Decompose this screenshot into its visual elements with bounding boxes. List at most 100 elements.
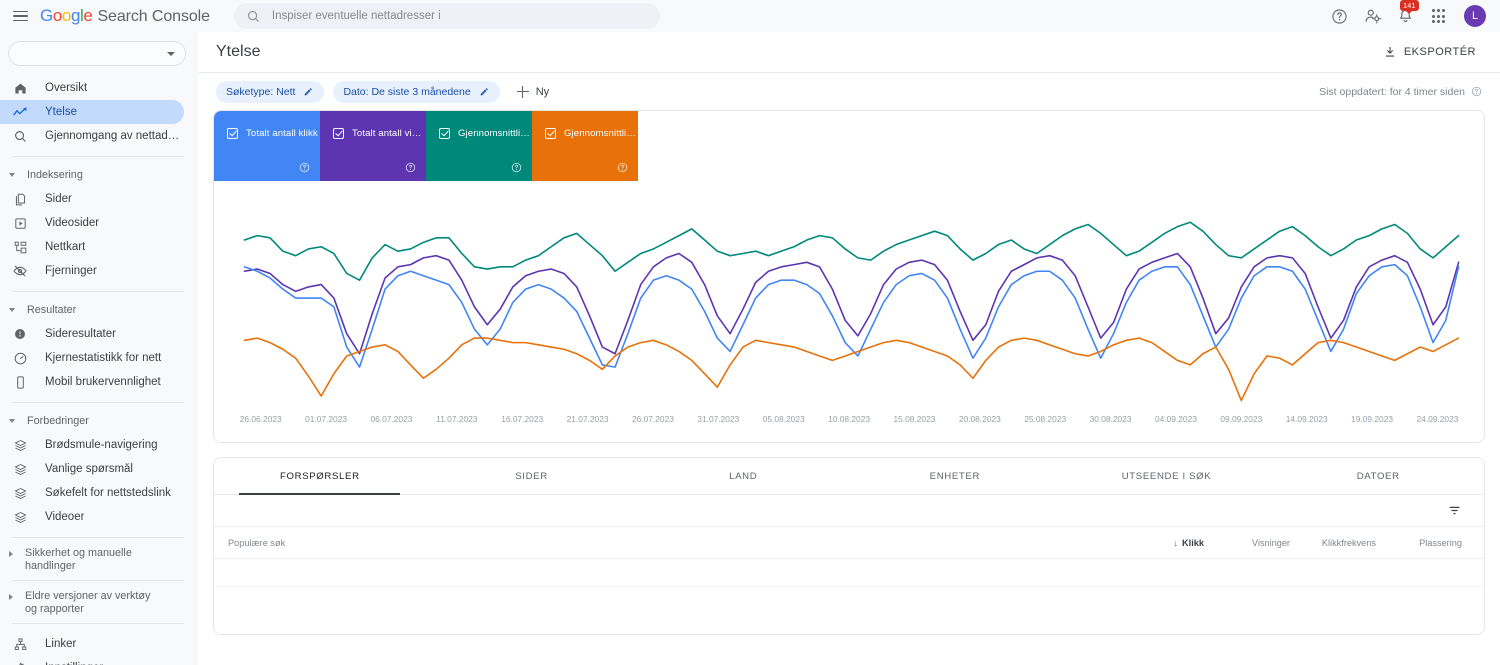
sidebar-item-innstillinger[interactable]: Innstillinger	[0, 656, 184, 665]
apps-grid-icon[interactable]	[1429, 7, 1448, 26]
dimension-tab[interactable]: LAND	[637, 458, 849, 494]
sidebar-item-mobil-brukervennlighet[interactable]: Mobil brukervennlighet	[0, 370, 184, 394]
x-axis-tick: 16.07.2023	[490, 414, 555, 426]
sidebar-item-sideresultater[interactable]: Sideresultater	[0, 322, 184, 346]
metric-checkbox[interactable]	[227, 128, 238, 139]
sidebar-item-sokefelt-nettstedslink[interactable]: Søkefelt for nettstedslink	[0, 481, 184, 505]
sidebar-item-fjerninger[interactable]: Fjerninger	[0, 259, 184, 283]
sidebar-item-videoer[interactable]: Videoer	[0, 505, 184, 529]
links-icon	[12, 636, 28, 652]
sidebar-item-sider[interactable]: Sider	[0, 187, 184, 211]
help-circle-icon[interactable]	[511, 162, 522, 173]
filter-chip-searchtype[interactable]: Søketype: Nett	[216, 81, 324, 103]
help-circle-icon[interactable]	[1471, 86, 1482, 97]
last-updated-status: Sist oppdatert: for 4 timer siden	[1319, 86, 1482, 98]
search-icon	[246, 9, 261, 24]
performance-chart-card: Totalt antall klikk Totalt ant	[213, 110, 1485, 443]
metric-checkbox[interactable]	[545, 128, 556, 139]
x-axis-tick: 05.08.2023	[751, 414, 816, 426]
notifications-bell-icon[interactable]: 141	[1396, 7, 1415, 26]
sidebar-group-label: Eldre versjoner av verktøy og rapporter	[25, 590, 165, 615]
performance-line-chart[interactable]: 26.06.202301.07.202306.07.202311.07.2023…	[214, 181, 1484, 442]
chart-series-line	[244, 338, 1458, 400]
dimension-tab[interactable]: SIDER	[426, 458, 638, 494]
pencil-icon	[303, 86, 314, 97]
metric-checkbox[interactable]	[439, 128, 450, 139]
person-gear-icon[interactable]	[1363, 7, 1382, 26]
table-column-key[interactable]: Populære søk	[228, 538, 1118, 548]
x-axis-tick: 14.09.2023	[1274, 414, 1339, 426]
sidebar-item-label: Mobil brukervennlighet	[45, 376, 161, 388]
sidebar-item-label: Videosider	[45, 217, 99, 229]
property-selector[interactable]	[8, 41, 186, 66]
sidebar-item-ytelse[interactable]: Ytelse	[0, 100, 184, 124]
divider	[12, 291, 184, 292]
add-filter-button[interactable]: Ny	[509, 81, 557, 103]
brand-logo[interactable]: Google Search Console	[40, 6, 210, 26]
url-inspection-search[interactable]	[234, 3, 660, 29]
metric-checkbox[interactable]	[333, 128, 344, 139]
sidebar-item-videosider[interactable]: Videosider	[0, 211, 184, 235]
x-axis-tick: 31.07.2023	[686, 414, 751, 426]
metric-label: Totalt antall klikk	[246, 128, 318, 139]
sidebar-item-vanlige-sporsmal[interactable]: Vanlige spørsmål	[0, 457, 184, 481]
dimension-tab[interactable]: FORSPØRSLER	[214, 458, 426, 494]
sidebar-group-label: Resultater	[27, 304, 76, 316]
dimension-tabs: FORSPØRSLERSIDERLANDENHETERUTSEENDE I SØ…	[214, 458, 1484, 495]
page-title: Ytelse	[216, 43, 260, 61]
sidebar-item-oversikt[interactable]: Oversikt	[0, 76, 184, 100]
sidebar-item-label: Søkefelt for nettstedslink	[45, 487, 171, 499]
layers-icon	[12, 437, 28, 453]
table-column-klikkfrekvens[interactable]: Klikkfrekvens	[1290, 538, 1376, 548]
sidebar-group-resultater[interactable]: Resultater	[0, 300, 198, 320]
x-axis-tick: 25.08.2023	[1013, 414, 1078, 426]
sidebar-group-sikkerhet[interactable]: Sikkerhet og manuelle handlinger	[0, 546, 198, 572]
table-column-plassering[interactable]: Plassering	[1376, 538, 1462, 548]
dimension-tab[interactable]: DATOER	[1272, 458, 1484, 494]
help-circle-icon[interactable]	[299, 162, 310, 173]
sidebar-group-forbedringer[interactable]: Forbedringer	[0, 411, 198, 431]
content-area: Totalt antall klikk Totalt ant	[198, 110, 1500, 665]
table-column-visninger[interactable]: Visninger	[1204, 538, 1290, 548]
x-axis-tick: 11.07.2023	[424, 414, 489, 426]
hamburger-menu-icon[interactable]	[6, 2, 34, 30]
sidebar-item-kjernestatistikk[interactable]: Kjernestatistikk for nett	[0, 346, 184, 370]
sidebar-item-url-inspection[interactable]: Gjennomgang av nettad…	[0, 124, 184, 148]
chevron-right-icon	[9, 594, 13, 600]
metric-card-clicks[interactable]: Totalt antall klikk	[214, 111, 320, 181]
sidebar-item-nettkart[interactable]: Nettkart	[0, 235, 184, 259]
google-logo: Google	[40, 6, 92, 26]
sidebar-item-linker[interactable]: Linker	[0, 632, 184, 656]
export-button[interactable]: EKSPORTÉR	[1377, 40, 1482, 64]
chart-series-line	[244, 253, 1458, 353]
avatar[interactable]: L	[1464, 5, 1486, 27]
help-circle-icon[interactable]	[1330, 7, 1349, 26]
chart-plot	[214, 181, 1484, 442]
sidebar-group-eldre-verktoy[interactable]: Eldre versjoner av verktøy og rapporter	[0, 589, 198, 615]
filter-chip-label: Søketype: Nett	[226, 86, 295, 98]
metric-card-impressions[interactable]: Totalt antall visni…	[320, 111, 426, 181]
table-row[interactable]	[214, 587, 1484, 615]
table-column-klikk[interactable]: ↓Klikk	[1118, 538, 1204, 548]
help-circle-icon[interactable]	[617, 162, 628, 173]
metric-card-ctr[interactable]: Gjennomsnittlig C…	[426, 111, 532, 181]
sidebar-item-brodsmule-navigering[interactable]: Brødsmule-navigering	[0, 433, 184, 457]
dimension-table-card: FORSPØRSLERSIDERLANDENHETERUTSEENDE I SØ…	[213, 457, 1485, 635]
export-label: EKSPORTÉR	[1404, 46, 1476, 58]
search-console-app: Google Search Console	[0, 0, 1500, 665]
search-icon	[12, 128, 28, 144]
sidebar-group-indeksering[interactable]: Indeksering	[0, 165, 198, 185]
table-column-label: Klikk	[1182, 538, 1204, 548]
pencil-icon	[479, 86, 490, 97]
dimension-tab[interactable]: UTSEENDE I SØK	[1061, 458, 1273, 494]
metric-card-position[interactable]: Gjennomsnittlig p…	[532, 111, 638, 181]
dimension-tab[interactable]: ENHETER	[849, 458, 1061, 494]
last-updated-text: Sist oppdatert: for 4 timer siden	[1319, 86, 1465, 98]
table-row[interactable]	[214, 559, 1484, 587]
page-header: Ytelse EKSPORTÉR	[198, 32, 1500, 72]
help-circle-icon[interactable]	[405, 162, 416, 173]
sidebar-item-label: Linker	[45, 638, 76, 650]
filter-funnel-icon[interactable]	[1447, 503, 1462, 518]
search-input[interactable]	[272, 10, 648, 22]
filter-chip-date[interactable]: Dato: De siste 3 månedene	[333, 81, 499, 103]
